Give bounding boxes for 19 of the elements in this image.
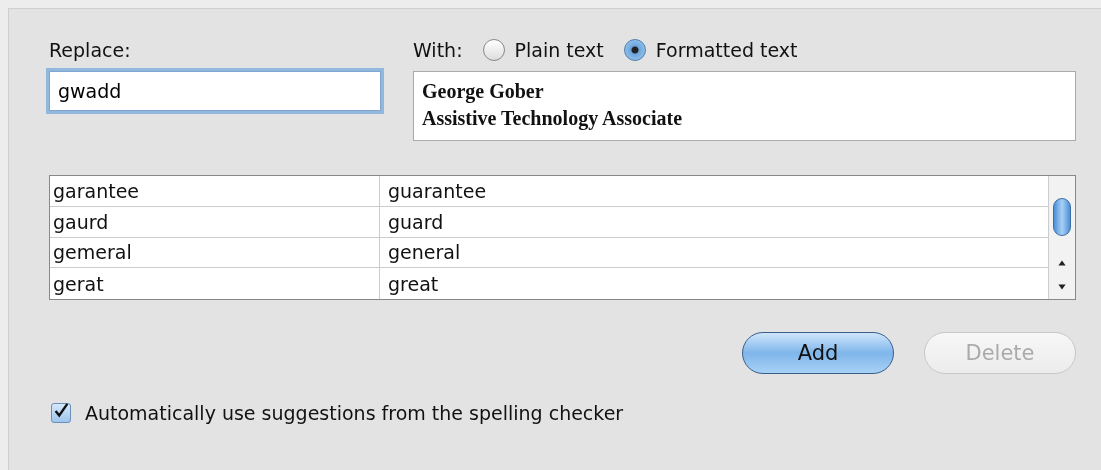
radio-option[interactable]: Plain text [482, 39, 604, 61]
table-cell[interactable]: garantee [50, 176, 380, 206]
table-cell[interactable]: great [380, 272, 439, 295]
table-cell[interactable]: guarantee [380, 179, 487, 202]
with-label: With: [413, 39, 463, 61]
replace-label: Replace: [49, 39, 132, 61]
checkbox[interactable] [51, 403, 71, 423]
table-cell[interactable]: general [380, 241, 461, 264]
table-cell[interactable]: gaurd [50, 206, 380, 237]
table-cell[interactable]: guard [380, 210, 444, 233]
dialog-button[interactable]: Add [742, 332, 894, 374]
scroll-bar[interactable] [1048, 176, 1075, 299]
table-cell[interactable]: gemeral [50, 237, 380, 268]
scroll-thumb[interactable] [1053, 198, 1071, 236]
radio-option[interactable]: Formatted text [623, 39, 798, 61]
replace-field[interactable]: gwadd [49, 71, 381, 111]
checkbox-label: Automatically use suggestions from the spelling checker [85, 402, 624, 424]
table-cell[interactable]: gerat [50, 268, 380, 299]
formatted-text-field[interactable]: George Gober Assistive Technology Associate [413, 71, 1076, 141]
